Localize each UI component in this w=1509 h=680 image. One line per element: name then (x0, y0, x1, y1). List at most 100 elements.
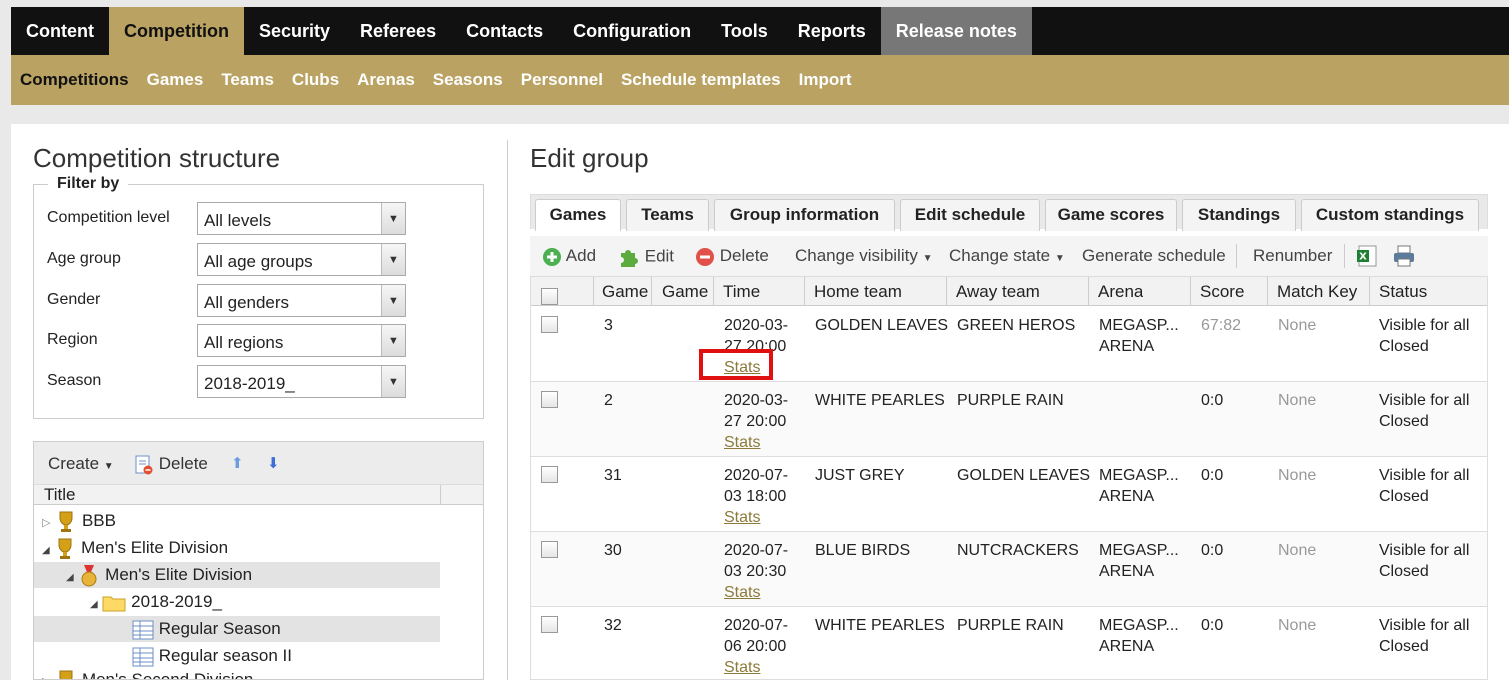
filter-label: Season (47, 372, 102, 389)
excel-icon[interactable]: X (1356, 245, 1378, 267)
move-up-icon[interactable]: ⬆ (231, 454, 244, 472)
cell-status: Visible for all Closed (1379, 392, 1470, 430)
tab-game-scores[interactable]: Game scores (1045, 199, 1177, 231)
tree-delete-button[interactable]: Delete (134, 454, 208, 475)
tab-games[interactable]: Games (535, 199, 621, 231)
nav-reports[interactable]: Reports (783, 7, 881, 55)
stats-link[interactable]: Stats (724, 584, 760, 601)
cell-away-team: NUTCRACKERS (957, 542, 1079, 559)
column-time[interactable]: Time (723, 282, 760, 302)
tab-teams[interactable]: Teams (626, 199, 709, 231)
collapse-icon[interactable]: ◢ (42, 545, 50, 556)
subnav-games[interactable]: Games (147, 70, 204, 90)
nav-tools[interactable]: Tools (706, 7, 783, 55)
tree-title-column[interactable]: Title (44, 485, 76, 505)
row-checkbox[interactable] (541, 616, 558, 633)
chevron-down-icon[interactable]: ▼ (381, 203, 405, 234)
cell-match-key: None (1278, 542, 1317, 559)
expand-icon[interactable]: ▷ (42, 517, 50, 529)
column-game[interactable]: Game (602, 282, 650, 302)
season-select[interactable]: 2018-2019_ ▼ (197, 365, 406, 398)
table-row[interactable]: 31 2020-07- 03 18:00 Stats JUST GREY GOLD… (531, 457, 1487, 532)
edit-button[interactable]: Edit (618, 246, 674, 268)
column-separator (440, 485, 441, 505)
column-score[interactable]: Score (1200, 282, 1244, 302)
nav-configuration[interactable]: Configuration (558, 7, 706, 55)
table-row[interactable]: 3 2020-03- 27 20:00 Stats GOLDEN LEAVES G… (531, 307, 1487, 382)
nav-contacts[interactable]: Contacts (451, 7, 558, 55)
row-checkbox[interactable] (541, 391, 558, 408)
column-away-team[interactable]: Away team (956, 282, 1040, 302)
add-button[interactable]: Add (542, 246, 596, 267)
change-visibility-button[interactable]: Change visibility ▼ (795, 246, 932, 266)
column-game-2[interactable]: Game (662, 282, 712, 302)
region-select[interactable]: All regions ▼ (197, 324, 406, 357)
tree-node-regular-season-ii[interactable]: Regular season II (132, 643, 292, 669)
cell-arena: MEGASP... ARENA (1099, 542, 1179, 580)
delete-label: Delete (719, 246, 769, 265)
nav-competition[interactable]: Competition (108, 7, 244, 55)
cell-time: 2020-07- 03 18:00 Stats (724, 465, 788, 528)
subnav-personnel[interactable]: Personnel (521, 70, 603, 90)
collapse-icon[interactable]: ◢ (90, 599, 98, 610)
age-group-select[interactable]: All age groups ▼ (197, 243, 406, 276)
row-checkbox[interactable] (541, 541, 558, 558)
cell-game: 2 (604, 392, 613, 409)
tree-node-regular-season[interactable]: Regular Season (34, 616, 440, 642)
column-status[interactable]: Status (1379, 282, 1427, 302)
competition-structure-title: Competition structure (33, 143, 281, 173)
chevron-down-icon[interactable]: ▼ (381, 285, 405, 316)
collapse-icon[interactable]: ◢ (66, 572, 74, 583)
table-row[interactable]: 30 2020-07- 03 20:30 Stats BLUE BIRDS NUT… (531, 532, 1487, 607)
stats-link[interactable]: Stats (724, 509, 760, 526)
table-row[interactable]: 32 2020-07- 06 20:00 Stats WHITE PEARLES … (531, 607, 1487, 679)
gender-select[interactable]: All genders ▼ (197, 284, 406, 317)
column-arena[interactable]: Arena (1098, 282, 1143, 302)
expand-icon[interactable]: ▷ (42, 676, 50, 679)
nav-release-notes[interactable]: Release notes (880, 7, 1032, 55)
delete-button[interactable]: Delete (695, 246, 769, 267)
create-button[interactable]: Create ▼ (48, 454, 114, 474)
tree-node-mens-elite-sub[interactable]: ◢ Men's Elite Division (34, 562, 440, 588)
state-label: Change state (949, 246, 1051, 265)
nav-security[interactable]: Security (244, 7, 345, 55)
tab-standings[interactable]: Standings (1182, 199, 1296, 231)
column-separator (1267, 277, 1268, 306)
table-row[interactable]: 2 2020-03- 27 20:00 Stats WHITE PEARLES P… (531, 382, 1487, 457)
subnav-import[interactable]: Import (799, 70, 852, 90)
subnav-teams[interactable]: Teams (221, 70, 274, 90)
tab-edit-schedule[interactable]: Edit schedule (900, 199, 1040, 231)
subnav-arenas[interactable]: Arenas (357, 70, 415, 90)
nav-content[interactable]: Content (11, 7, 109, 55)
chevron-down-icon[interactable]: ▼ (381, 325, 405, 356)
row-checkbox[interactable] (541, 316, 558, 333)
tree-node-bbb[interactable]: ▷ BBB (42, 508, 116, 534)
row-checkbox[interactable] (541, 466, 558, 483)
stats-link[interactable]: Stats (724, 659, 760, 676)
chevron-down-icon[interactable]: ▼ (381, 244, 405, 275)
stats-link[interactable]: Stats (724, 434, 760, 451)
subnav-clubs[interactable]: Clubs (292, 70, 339, 90)
tab-custom-standings[interactable]: Custom standings (1301, 199, 1479, 231)
move-down-icon[interactable]: ⬇ (267, 454, 280, 472)
chevron-down-icon[interactable]: ▼ (381, 366, 405, 397)
change-state-button[interactable]: Change state ▼ (949, 246, 1065, 266)
select-all-checkbox[interactable] (541, 288, 558, 305)
column-match-key[interactable]: Match Key (1277, 282, 1357, 302)
generate-schedule-button[interactable]: Generate schedule (1082, 246, 1226, 266)
tree-node-mens-elite[interactable]: ◢ Men's Elite Division (42, 535, 228, 561)
tree-node-season[interactable]: ◢ 2018-2019_ (90, 589, 222, 615)
column-home-team[interactable]: Home team (814, 282, 902, 302)
edit-group-title: Edit group (530, 143, 649, 173)
subnav-schedule-templates[interactable]: Schedule templates (621, 70, 781, 90)
renumber-button[interactable]: Renumber (1253, 246, 1332, 266)
print-icon[interactable] (1392, 244, 1416, 268)
nav-referees[interactable]: Referees (345, 7, 451, 55)
cell-score: 0:0 (1201, 467, 1224, 484)
tree-node-mens-second[interactable]: ▷ Men's Second Division (42, 667, 253, 679)
tab-group-information[interactable]: Group information (714, 199, 895, 231)
subnav-seasons[interactable]: Seasons (433, 70, 503, 90)
time-value: 2020-03- 27 20:00 (724, 392, 789, 430)
subnav-competitions[interactable]: Competitions (20, 70, 129, 90)
competition-level-select[interactable]: All levels ▼ (197, 202, 406, 235)
